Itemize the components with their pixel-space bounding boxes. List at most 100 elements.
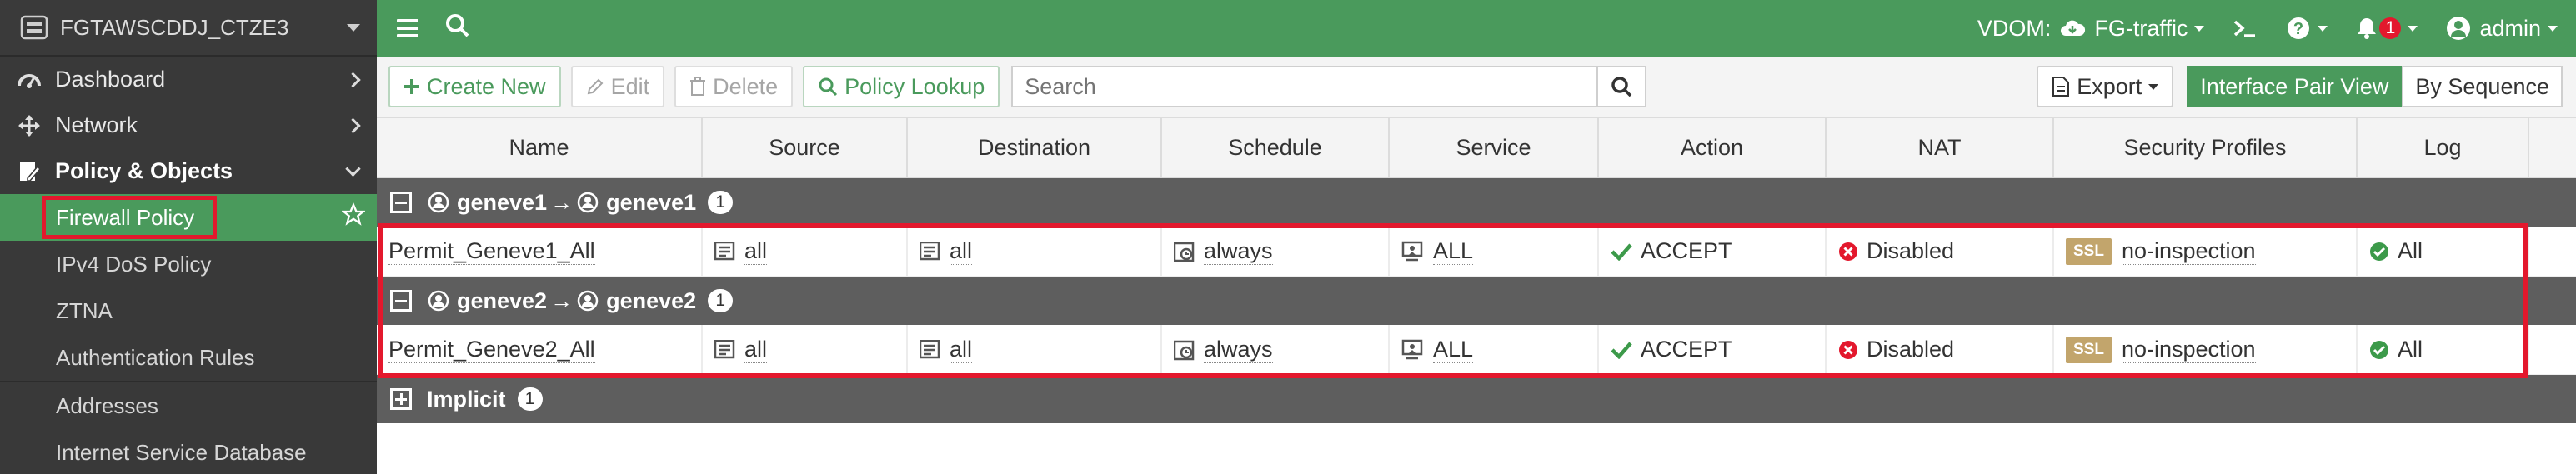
column-header-security-profiles[interactable]: Security Profiles (2054, 118, 2358, 177)
column-header-destination[interactable]: Destination (908, 118, 1162, 177)
policy-lookup-button[interactable]: Policy Lookup (803, 66, 1000, 107)
policy-name[interactable]: Permit_Geneve2_All (388, 337, 595, 363)
security-profile-value[interactable]: no-inspection (2121, 238, 2256, 265)
policy-count-badge: 1 (708, 191, 734, 214)
ssl-badge: SSL (2066, 336, 2112, 363)
cell-nat: Disabled (1827, 325, 2054, 374)
cell-service[interactable]: ALL (1390, 227, 1599, 276)
service-value[interactable]: ALL (1433, 238, 1474, 265)
cell-security-profiles[interactable]: SSL no-inspection (2054, 227, 2358, 276)
source-value[interactable]: all (744, 337, 768, 363)
cell-service[interactable]: ALL (1390, 325, 1599, 374)
destination-value[interactable]: all (950, 337, 973, 363)
sidebar-subitem-dos-policy[interactable]: IPv4 DoS Policy (0, 241, 377, 287)
user-icon (2446, 16, 2471, 41)
sidebar-item-policy-objects[interactable]: Policy & Objects (0, 148, 377, 194)
user-name: admin (2479, 15, 2541, 41)
column-header-source[interactable]: Source (703, 118, 908, 177)
vdom-selector[interactable]: VDOM: FG-traffic (1977, 16, 2205, 42)
column-header-log[interactable]: Log (2358, 118, 2529, 177)
search-input[interactable] (1013, 67, 1597, 106)
sidebar-item-network[interactable]: Network (0, 102, 377, 148)
fortigate-device-icon (20, 15, 48, 40)
top-bar: VDOM: FG-traffic ? 1 admin (377, 0, 2576, 57)
chevron-right-icon (345, 117, 361, 133)
create-new-button[interactable]: Create New (388, 66, 561, 107)
destination-value[interactable]: all (950, 238, 973, 265)
notifications-menu[interactable]: 1 (2356, 17, 2418, 40)
cell-security-profiles[interactable]: SSL no-inspection (2054, 325, 2358, 374)
column-header-filler (2529, 118, 2576, 177)
search-field (1011, 66, 1647, 107)
cell-destination[interactable]: all (908, 325, 1162, 374)
interface-pair-group[interactable]: geneve1 → geneve1 1 (377, 178, 2576, 227)
chevron-down-icon (2148, 83, 2159, 90)
sidebar-subitem-authentication-rules[interactable]: Authentication Rules (0, 334, 377, 381)
interface-pair-group[interactable]: geneve2 → geneve2 1 (377, 277, 2576, 325)
cell-name[interactable]: Permit_Geneve1_All (377, 227, 703, 276)
column-header-name[interactable]: Name (377, 118, 703, 177)
expand-toggle-icon[interactable] (390, 388, 412, 410)
cell-schedule[interactable]: always (1162, 227, 1390, 276)
schedule-icon (1174, 241, 1195, 262)
service-value[interactable]: ALL (1433, 337, 1474, 363)
device-selector[interactable]: FGTAWSCDDJ_CTZE3 (0, 0, 377, 57)
column-header-schedule[interactable]: Schedule (1162, 118, 1390, 177)
vdom-value: FG-traffic (2094, 15, 2188, 41)
column-header-action[interactable]: Action (1599, 118, 1827, 177)
sidebar-subitem-ztna[interactable]: ZTNA (0, 287, 377, 334)
source-value[interactable]: all (744, 238, 768, 265)
address-icon (714, 241, 736, 262)
interface-icon (427, 289, 450, 312)
cell-destination[interactable]: all (908, 227, 1162, 276)
sidebar-item-dashboard[interactable]: Dashboard (0, 57, 377, 102)
edit-button[interactable]: Edit (570, 66, 665, 107)
cell-name[interactable]: Permit_Geneve2_All (377, 325, 703, 374)
delete-button[interactable]: Delete (674, 66, 794, 107)
column-header-nat[interactable]: NAT (1827, 118, 2054, 177)
user-menu[interactable]: admin (2446, 16, 2558, 42)
column-header-service[interactable]: Service (1390, 118, 1599, 177)
export-button[interactable]: Export (2037, 66, 2174, 107)
source-interface: geneve2 (457, 287, 548, 313)
policy-name[interactable]: Permit_Geneve1_All (388, 238, 595, 265)
policy-count-badge: 1 (517, 387, 543, 411)
chevron-down-icon (345, 161, 361, 177)
destination-interface: geneve1 (606, 189, 697, 215)
check-icon (1611, 242, 1632, 261)
sidebar-subitem-label: Addresses (56, 392, 158, 418)
sidebar-subitem-label: Authentication Rules (56, 344, 255, 370)
cli-console-button[interactable] (2233, 17, 2258, 39)
implicit-group[interactable]: Implicit 1 (377, 375, 2576, 423)
destination-interface: geneve2 (606, 287, 697, 313)
sidebar-subitem-isdb[interactable]: Internet Service Database (0, 429, 377, 474)
star-icon[interactable] (341, 202, 366, 232)
menu-icon[interactable] (397, 19, 418, 37)
sidebar-subitem-addresses[interactable]: Addresses (0, 382, 377, 429)
cell-schedule[interactable]: always (1162, 325, 1390, 374)
view-toggle: Interface Pair View By Sequence (2187, 66, 2563, 107)
address-icon (920, 241, 941, 262)
help-menu[interactable]: ? (2286, 16, 2328, 41)
interface-pair-view-button[interactable]: Interface Pair View (2187, 66, 2403, 107)
cell-source[interactable]: all (703, 325, 908, 374)
table-row[interactable]: Permit_Geneve2_All all all always ALL AC… (377, 325, 2576, 375)
x-circle-icon (1838, 340, 1858, 360)
schedule-value[interactable]: always (1204, 337, 1273, 363)
by-sequence-button[interactable]: By Sequence (2402, 66, 2563, 107)
check-circle-icon (2369, 242, 2389, 262)
device-name: FGTAWSCDDJ_CTZE3 (60, 14, 289, 40)
search-submit-button[interactable] (1596, 67, 1645, 106)
sidebar-subitem-firewall-policy[interactable]: Firewall Policy (0, 194, 377, 241)
collapse-toggle-icon[interactable] (390, 290, 412, 312)
schedule-value[interactable]: always (1204, 238, 1273, 265)
search-icon (818, 77, 838, 97)
table-row[interactable]: Permit_Geneve1_All all all always ALL AC… (377, 227, 2576, 277)
cell-source[interactable]: all (703, 227, 908, 276)
search-icon[interactable] (445, 13, 470, 44)
service-icon (1401, 339, 1425, 361)
security-profile-value[interactable]: no-inspection (2121, 337, 2256, 363)
collapse-toggle-icon[interactable] (390, 192, 412, 213)
service-icon (1401, 241, 1425, 262)
dashboard-icon (17, 67, 42, 92)
